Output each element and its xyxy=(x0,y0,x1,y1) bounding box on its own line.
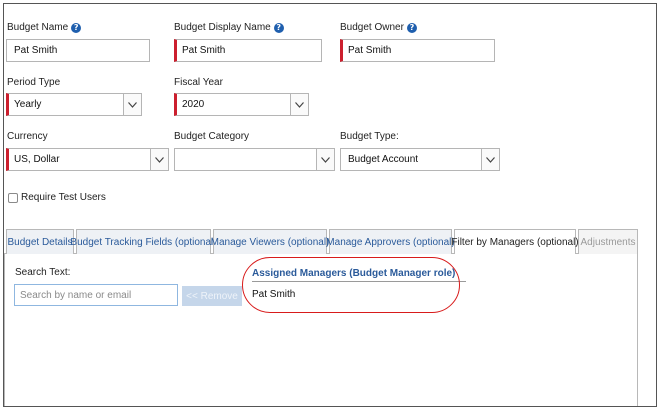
remove-button[interactable]: << Remove xyxy=(182,286,242,306)
fiscal-year-value: 2020 xyxy=(182,99,205,110)
assigned-managers-header: Assigned Managers (Budget Manager role) xyxy=(252,265,466,282)
budget-name-input[interactable]: Pat Smith xyxy=(6,39,150,62)
budget-type-label: Budget Type: xyxy=(340,131,399,142)
budget-owner-input[interactable]: Pat Smith xyxy=(340,39,495,62)
budget-owner-label: Budget Owner ? xyxy=(340,22,417,33)
budget-type-select[interactable]: Budget Account xyxy=(340,148,500,171)
question-circle-icon[interactable]: ? xyxy=(406,22,417,33)
tab-budget-tracking-fields[interactable]: Budget Tracking Fields (optional) xyxy=(70,229,217,254)
chevron-down-icon[interactable] xyxy=(150,149,168,170)
fiscal-year-label: Fiscal Year xyxy=(174,77,223,88)
question-circle-icon[interactable]: ? xyxy=(71,22,82,33)
budget-category-select[interactable] xyxy=(174,148,335,171)
period-type-label: Period Type xyxy=(7,77,61,88)
tab-budget-details[interactable]: Budget Details xyxy=(6,229,74,254)
budget-display-name-input[interactable]: Pat Smith xyxy=(174,39,322,62)
period-type-value: Yearly xyxy=(14,99,42,110)
currency-label: Currency xyxy=(7,131,48,142)
assigned-manager-item[interactable]: Pat Smith xyxy=(252,289,295,300)
require-test-users-checkbox[interactable] xyxy=(8,193,18,203)
tab-adjustments: Adjustments xyxy=(578,229,638,254)
budget-category-label: Budget Category xyxy=(174,131,250,142)
search-text-label: Search Text: xyxy=(15,267,71,278)
budget-type-value: Budget Account xyxy=(348,154,419,165)
budget-owner-value: Pat Smith xyxy=(348,45,392,56)
budget-name-label-text: Budget Name xyxy=(7,22,69,33)
tab-manage-viewers[interactable]: Manage Viewers (optional) xyxy=(211,229,329,254)
fiscal-year-select[interactable]: 2020 xyxy=(174,93,309,116)
period-type-select[interactable]: Yearly xyxy=(6,93,142,116)
budget-name-value: Pat Smith xyxy=(14,45,58,56)
tab-filter-by-managers[interactable]: Filter by Managers (optional) xyxy=(451,229,579,255)
question-circle-icon[interactable]: ? xyxy=(273,22,284,33)
chevron-down-icon[interactable] xyxy=(481,149,499,170)
chevron-down-icon[interactable] xyxy=(123,94,141,115)
budget-name-label: Budget Name ? xyxy=(7,22,82,33)
currency-value: US, Dollar xyxy=(14,154,60,165)
tab-manage-approvers[interactable]: Manage Approvers (optional) xyxy=(326,229,455,254)
budget-display-name-value: Pat Smith xyxy=(182,45,226,56)
budget-display-name-label: Budget Display Name ? xyxy=(174,22,284,33)
search-input[interactable] xyxy=(14,284,178,306)
chevron-down-icon[interactable] xyxy=(316,149,334,170)
currency-select[interactable]: US, Dollar xyxy=(6,148,169,171)
budget-owner-label-text: Budget Owner xyxy=(340,22,404,33)
require-test-users-label: Require Test Users xyxy=(21,192,106,203)
budget-display-name-label-text: Budget Display Name xyxy=(174,22,271,33)
chevron-down-icon[interactable] xyxy=(290,94,308,115)
